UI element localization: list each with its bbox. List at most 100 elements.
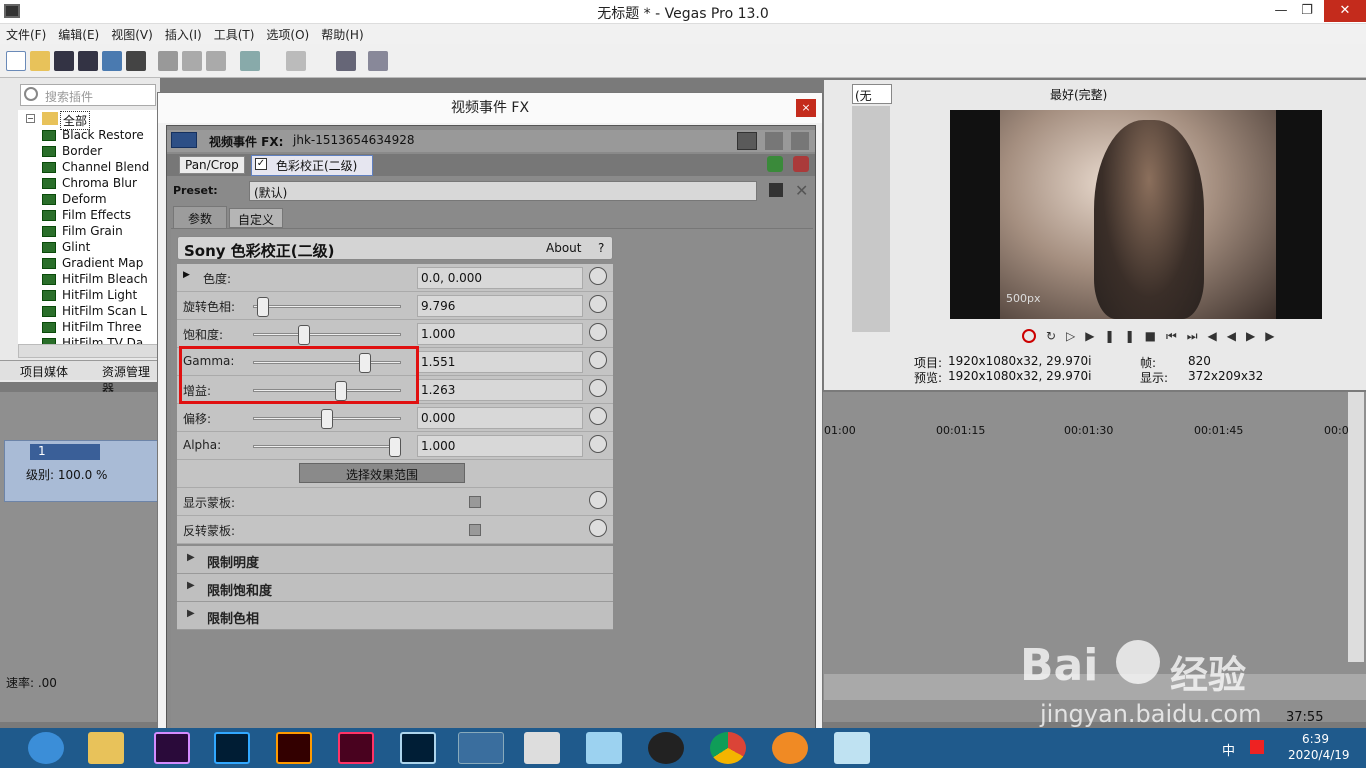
app-icon[interactable] bbox=[586, 732, 622, 764]
plugin-chain-icon[interactable] bbox=[767, 156, 783, 172]
section-limit-saturation[interactable]: 限制饱和度 bbox=[177, 574, 613, 602]
undo-icon[interactable] bbox=[240, 51, 260, 71]
keyframe-clock-icon[interactable] bbox=[589, 435, 607, 453]
plugin-item[interactable]: HitFilm Light bbox=[42, 288, 137, 304]
playback-controls[interactable]: ↻▷▶❚❚■⏮⏭◀◀▶▶ bbox=[1046, 329, 1274, 343]
plugin-item[interactable]: HitFilm Bleach bbox=[42, 272, 148, 288]
keyframe-clock-icon[interactable] bbox=[589, 267, 607, 285]
menu-view[interactable]: 视图(V) bbox=[105, 24, 159, 45]
section-limit-hue[interactable]: 限制色相 bbox=[177, 602, 613, 630]
preset-dropdown[interactable]: (默认) bbox=[249, 181, 757, 201]
menu-help[interactable]: 帮助(H) bbox=[315, 24, 369, 45]
param-value-input[interactable]: 0.000 bbox=[417, 407, 583, 429]
show-mask-checkbox[interactable] bbox=[469, 496, 481, 508]
dialog-close-button[interactable]: × bbox=[796, 99, 816, 117]
plugin-item[interactable]: Glint bbox=[42, 240, 90, 256]
view-mode-icon[interactable] bbox=[765, 132, 783, 150]
record-icon[interactable] bbox=[1022, 329, 1036, 343]
open-folder-icon[interactable] bbox=[30, 51, 50, 71]
premiere-icon[interactable] bbox=[154, 732, 190, 764]
slider-track[interactable] bbox=[253, 305, 401, 308]
keyframe-clock-icon[interactable] bbox=[589, 491, 607, 509]
slider-thumb[interactable] bbox=[257, 297, 270, 317]
collapse-icon[interactable]: − bbox=[26, 114, 35, 123]
slider-thumb[interactable] bbox=[321, 409, 333, 429]
tab-custom[interactable]: 自定义 bbox=[229, 208, 283, 228]
keyframe-clock-icon[interactable] bbox=[589, 351, 607, 369]
slider-track[interactable] bbox=[253, 333, 401, 336]
view-mode-icon[interactable] bbox=[791, 132, 809, 150]
param-value-input[interactable]: 1.263 bbox=[417, 379, 583, 401]
plugin-search-input[interactable]: 搜索插件 bbox=[20, 84, 156, 106]
tray-sogou-icon[interactable] bbox=[1250, 740, 1264, 754]
keyframe-clock-icon[interactable] bbox=[589, 407, 607, 425]
lightroom-icon[interactable] bbox=[400, 732, 436, 764]
maximize-icon[interactable]: ❐ bbox=[1290, 0, 1324, 22]
plugin-item[interactable]: Chroma Blur bbox=[42, 176, 137, 192]
section-limit-luminance[interactable]: 限制明度 bbox=[177, 546, 613, 574]
preview-dropdown[interactable]: (无 bbox=[852, 84, 892, 104]
slider-track[interactable] bbox=[253, 445, 401, 448]
horizontal-scrollbar[interactable] bbox=[18, 344, 158, 358]
qq-icon[interactable] bbox=[648, 732, 684, 764]
brush-icon[interactable] bbox=[336, 51, 356, 71]
illustrator-icon[interactable] bbox=[276, 732, 312, 764]
keyframe-clock-icon[interactable] bbox=[589, 519, 607, 537]
photoshop-icon[interactable] bbox=[214, 732, 250, 764]
save-preset-icon[interactable] bbox=[769, 183, 783, 197]
tab-params[interactable]: 参数 bbox=[173, 206, 227, 228]
remove-plugin-icon[interactable] bbox=[793, 156, 809, 172]
save-icon[interactable] bbox=[54, 51, 74, 71]
indesign-icon[interactable] bbox=[338, 732, 374, 764]
file-explorer-icon[interactable] bbox=[88, 732, 124, 764]
select-range-button[interactable]: 选择效果范围 bbox=[299, 463, 465, 483]
plugin-item[interactable]: Film Effects bbox=[42, 208, 131, 224]
tray-ime[interactable]: 中 bbox=[1222, 740, 1235, 759]
chrome-icon[interactable] bbox=[710, 732, 746, 764]
param-value-input[interactable]: 1.000 bbox=[417, 323, 583, 345]
save-as-icon[interactable] bbox=[78, 51, 98, 71]
new-file-icon[interactable] bbox=[6, 51, 26, 71]
chain-checkbox-icon[interactable]: ✓ bbox=[255, 158, 267, 170]
plugin-item[interactable]: Deform bbox=[42, 192, 107, 208]
param-value-input[interactable]: 1.551 bbox=[417, 351, 583, 373]
view-mode-icon[interactable] bbox=[737, 132, 757, 150]
app-icon[interactable] bbox=[772, 732, 808, 764]
plugin-item[interactable]: Border bbox=[42, 144, 102, 160]
app-icon[interactable] bbox=[524, 732, 560, 764]
vertical-scrollbar[interactable] bbox=[1348, 392, 1364, 662]
slider-thumb[interactable] bbox=[297, 325, 310, 345]
browser-icon[interactable] bbox=[28, 732, 64, 764]
param-value-input[interactable]: 0.0, 0.000 bbox=[417, 267, 583, 289]
about-button[interactable]: About bbox=[546, 241, 581, 255]
invert-mask-checkbox[interactable] bbox=[469, 524, 481, 536]
plugin-item[interactable]: Channel Blend bbox=[42, 160, 149, 176]
param-value-input[interactable]: 1.000 bbox=[417, 435, 583, 457]
expand-icon[interactable]: ▶ bbox=[183, 270, 190, 280]
tab-project-media[interactable]: 项目媒体 bbox=[20, 363, 68, 380]
menu-edit[interactable]: 编辑(E) bbox=[52, 24, 105, 45]
menu-options[interactable]: 选项(O) bbox=[260, 24, 315, 45]
pin-icon[interactable] bbox=[368, 51, 388, 71]
keyframe-clock-icon[interactable] bbox=[589, 323, 607, 341]
plugin-item[interactable]: Film Grain bbox=[42, 224, 123, 240]
cut-icon[interactable] bbox=[158, 51, 178, 71]
plugin-item[interactable]: Black Restore bbox=[42, 128, 144, 144]
plugin-item[interactable]: HitFilm Three bbox=[42, 320, 142, 336]
render-icon[interactable] bbox=[102, 51, 122, 71]
properties-icon[interactable] bbox=[126, 51, 146, 71]
param-value-input[interactable]: 9.796 bbox=[417, 295, 583, 317]
delete-preset-icon[interactable]: ✕ bbox=[795, 181, 808, 200]
plugin-item[interactable]: Gradient Map bbox=[42, 256, 143, 272]
vegas-icon[interactable] bbox=[458, 732, 504, 764]
help-button[interactable]: ? bbox=[598, 241, 604, 255]
chain-item-color-correct[interactable]: 色彩校正(二级) bbox=[251, 155, 373, 176]
app-icon[interactable] bbox=[834, 732, 870, 764]
paste-icon[interactable] bbox=[206, 51, 226, 71]
keyframe-clock-icon[interactable] bbox=[589, 295, 607, 313]
plugin-item[interactable]: HitFilm Scan L bbox=[42, 304, 147, 320]
redo-icon[interactable] bbox=[286, 51, 306, 71]
keyframe-clock-icon[interactable] bbox=[589, 379, 607, 397]
menu-insert[interactable]: 插入(I) bbox=[159, 24, 208, 45]
menu-tools[interactable]: 工具(T) bbox=[208, 24, 261, 45]
